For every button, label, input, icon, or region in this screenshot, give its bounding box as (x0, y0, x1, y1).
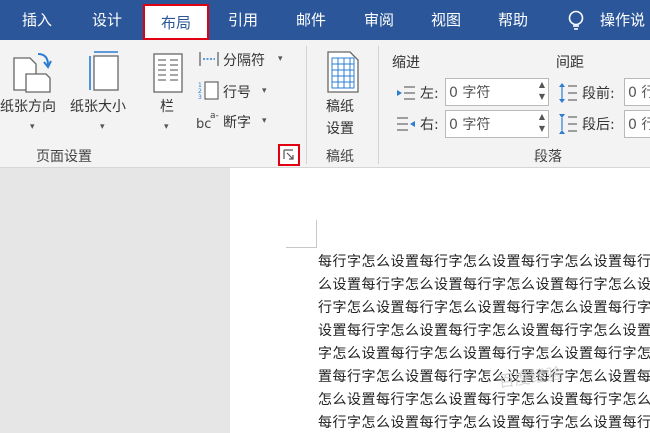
orientation-label: 纸张方向 (0, 99, 56, 115)
line-numbers-icon: 1 2 3 (198, 81, 219, 100)
spin-up-icon[interactable]: ▲ (539, 80, 545, 89)
chevron-down-icon: ▾ (262, 86, 267, 96)
tab-design[interactable]: 设计 (76, 0, 138, 40)
ribbon-tab-bar: 插入 设计 布局 引用 邮件 审阅 视图 帮助 操作说 (0, 0, 650, 40)
spin-down-icon[interactable]: ▼ (539, 92, 545, 101)
paragraph-group-label: 段落 (534, 149, 562, 165)
text-line[interactable]: 行字怎么设置每行字怎么设置每行字怎么设置每行字怎么设置 (318, 297, 650, 317)
spacing-header: 间距 (556, 55, 584, 71)
lightbulb-icon[interactable] (566, 10, 586, 32)
ribbon-panel: 纸张方向 ▾ 纸张大小 ▾ 栏 ▾ 分隔符 ▾ 1 2 3 行号 ▾ bc a-… (0, 40, 650, 168)
spacing-before-input[interactable]: 0 行 (624, 78, 650, 106)
paper-size-label: 纸张大小 (70, 99, 126, 115)
manuscript-icon (327, 51, 359, 93)
svg-text:a-: a- (210, 111, 219, 121)
indent-left-icon (397, 86, 415, 100)
tab-help[interactable]: 帮助 (482, 0, 544, 40)
chevron-down-icon: ▾ (30, 122, 35, 132)
paper-size-icon (89, 51, 119, 91)
margin-corner-mark (316, 220, 317, 248)
text-line[interactable]: 设置每行字怎么设置每行字怎么设置每行字怎么设置每行字怎 (318, 320, 650, 340)
hyphenation-label: 断字 (223, 115, 251, 131)
text-line[interactable]: 么设置每行字怎么设置每行字怎么设置每行字怎么设置每行字 (318, 274, 650, 294)
chevron-down-icon: ▾ (164, 122, 169, 132)
columns-icon (153, 53, 183, 93)
text-line[interactable]: 每行字怎么设置每行字怎么设置每行字怎么设置每行字怎么设 (318, 412, 650, 432)
spin-up-icon[interactable]: ▲ (539, 112, 545, 121)
spacing-after-label: 段后: (582, 117, 615, 133)
document-page[interactable]: 每行字怎么设置每行字怎么设置每行字怎么设置每行字怎么设 么设置每行字怎么设置每行… (230, 168, 650, 433)
tab-mailings[interactable]: 邮件 (280, 0, 342, 40)
indent-right-icon (397, 117, 415, 131)
manuscript-group-label: 稿纸 (326, 149, 354, 165)
tab-references[interactable]: 引用 (212, 0, 274, 40)
breaks-label: 分隔符 (223, 53, 265, 69)
margin-corner-mark (286, 247, 316, 248)
breaks-icon (199, 52, 219, 66)
orientation-icon (13, 53, 52, 93)
text-line[interactable]: 每行字怎么设置每行字怎么设置每行字怎么设置每行字怎么设 (318, 251, 650, 271)
manuscript-label-line1: 稿纸 (326, 99, 354, 115)
tab-insert[interactable]: 插入 (6, 0, 68, 40)
manuscript-label-line2: 设置 (326, 121, 354, 137)
columns-label: 栏 (160, 99, 174, 115)
spacing-after-icon (559, 114, 577, 134)
hyphenation-icon: bc a- (196, 111, 219, 130)
tell-me-box[interactable]: 操作说 (600, 0, 645, 40)
text-line[interactable]: 怎么设置每行字怎么设置每行字怎么设置每行字怎么设置每行 (318, 389, 650, 409)
watermark: 百度经验 (497, 363, 564, 392)
word-window: 插入 设计 布局 引用 邮件 审阅 视图 帮助 操作说 纸张方向 ▾ 纸张大小 … (0, 0, 650, 433)
spin-down-icon[interactable]: ▼ (539, 124, 545, 133)
indent-left-input[interactable]: 0 字符 ▲ ▼ (445, 78, 549, 106)
tab-view[interactable]: 视图 (415, 0, 477, 40)
spacing-before-icon (559, 83, 577, 103)
group-divider (306, 46, 307, 164)
dialog-launcher-icon (283, 149, 294, 160)
page-setup-group-label: 页面设置 (36, 149, 92, 165)
spacing-after-input[interactable]: 0 行 (624, 110, 650, 138)
group-divider (378, 46, 379, 164)
line-numbers-label: 行号 (223, 85, 251, 101)
text-line[interactable]: 置每行字怎么设置每行字怎么设置每行字怎么设置每行字怎么 (318, 366, 650, 386)
tab-layout[interactable]: 布局 (143, 4, 209, 40)
chevron-down-icon: ▾ (262, 116, 267, 126)
indent-left-value: 0 字符 (449, 85, 491, 101)
tab-review[interactable]: 审阅 (348, 0, 410, 40)
text-line[interactable]: 字怎么设置每行字怎么设置每行字怎么设置每行字怎么设置每 (318, 343, 650, 363)
page-setup-dialog-launcher[interactable] (278, 144, 300, 166)
indent-right-label: 右: (420, 117, 439, 133)
spacing-before-value: 0 行 (628, 85, 650, 101)
chevron-down-icon: ▾ (100, 122, 105, 132)
spacing-after-value: 0 行 (628, 117, 650, 133)
chevron-down-icon: ▾ (278, 54, 283, 64)
spacing-before-label: 段前: (582, 86, 615, 102)
indent-left-label: 左: (420, 86, 439, 102)
indent-right-input[interactable]: 0 字符 ▲ ▼ (445, 110, 549, 138)
svg-text:3: 3 (198, 94, 202, 100)
indent-right-value: 0 字符 (449, 117, 491, 133)
indent-header: 缩进 (392, 55, 420, 71)
